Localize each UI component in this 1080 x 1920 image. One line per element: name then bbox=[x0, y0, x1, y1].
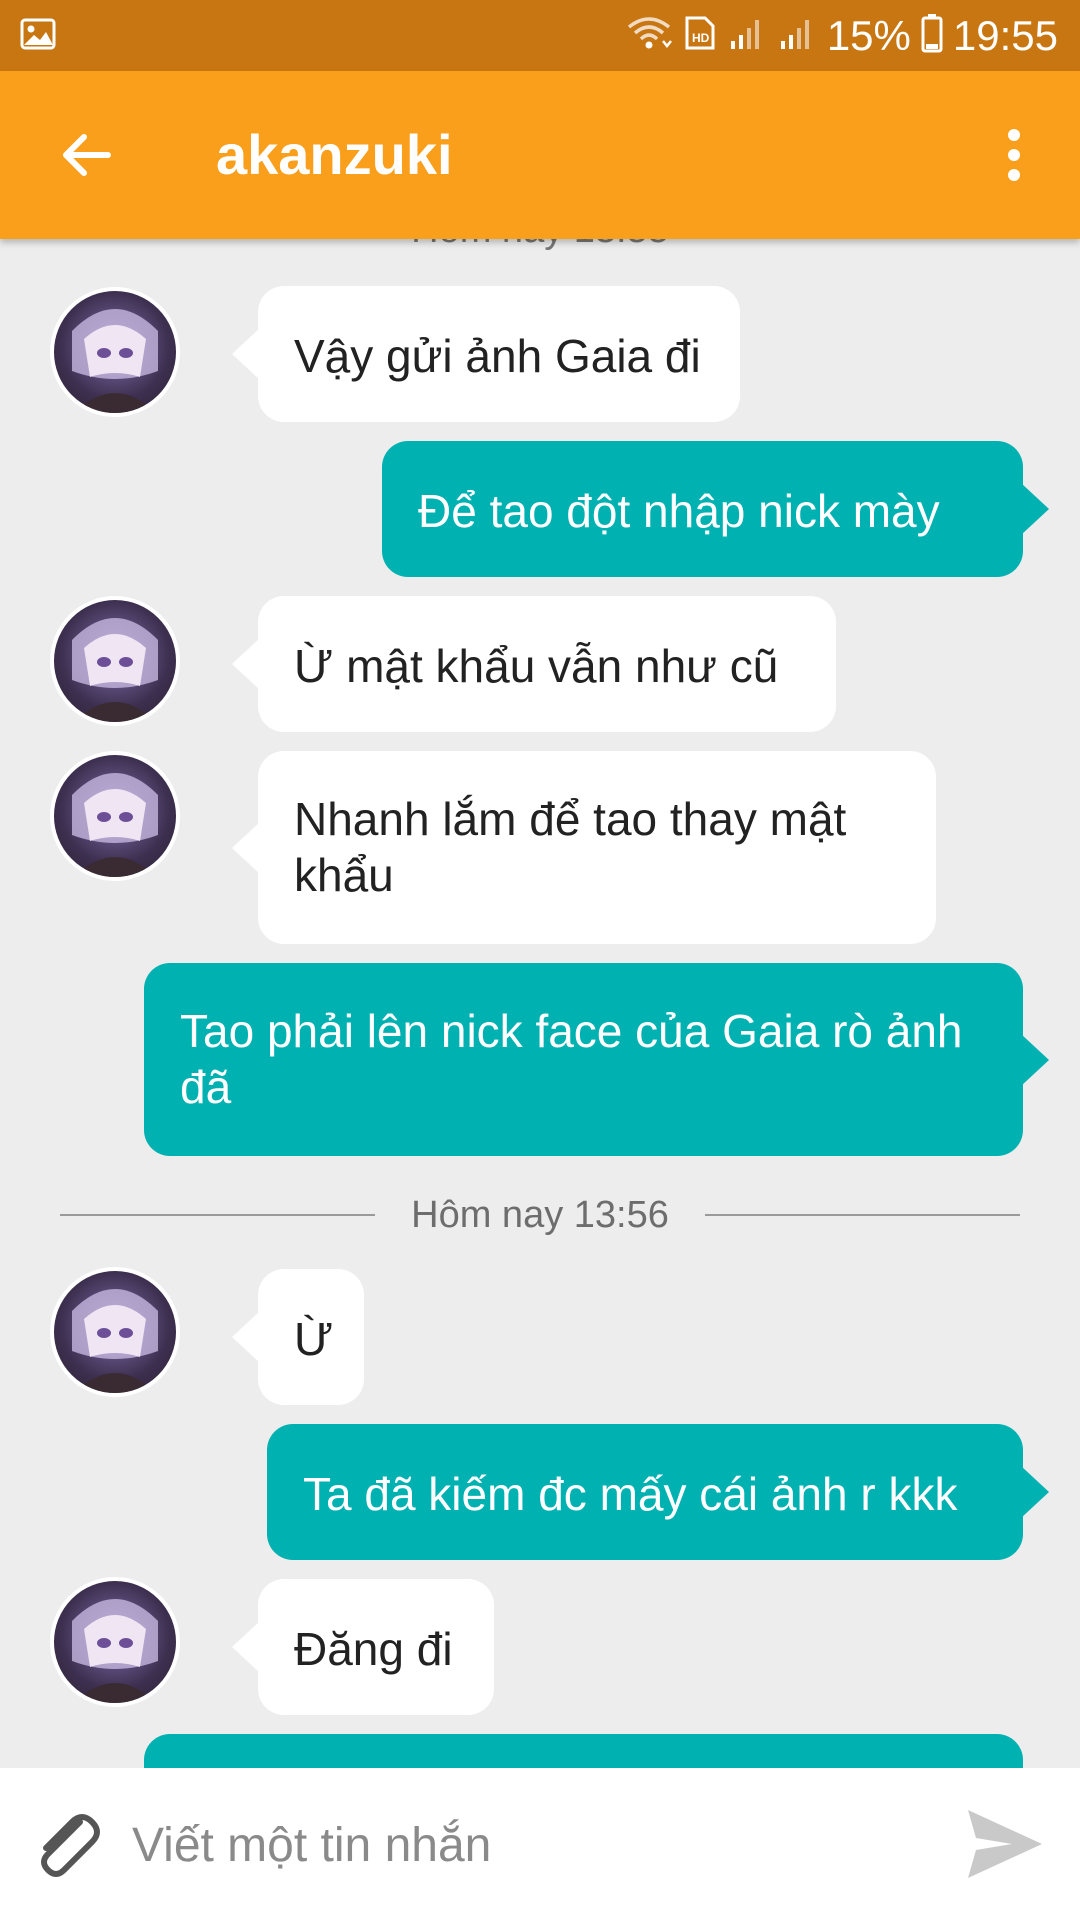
avatar[interactable] bbox=[50, 287, 180, 417]
send-button[interactable] bbox=[962, 1802, 1046, 1886]
message-bubble-incoming[interactable]: Nhanh lắm để tao thay mật khẩu bbox=[232, 751, 936, 944]
hd-voice-icon: HD bbox=[683, 14, 717, 57]
message-bubble-outgoing[interactable]: Để tao đột nhập nick mày bbox=[382, 441, 1049, 577]
app-bar: akanzuki bbox=[0, 71, 1080, 239]
message-input[interactable] bbox=[130, 1798, 934, 1892]
message-text: Để tao đột nhập nick mày bbox=[418, 485, 940, 537]
message-list[interactable]: Hôm nay 13:55 Vậy gửi ảnh Gaia đi Để tao… bbox=[0, 239, 1080, 1768]
wifi-icon bbox=[625, 13, 673, 58]
message-bubble-incoming[interactable]: Đăng đi bbox=[232, 1579, 494, 1715]
attach-button[interactable] bbox=[26, 1804, 106, 1884]
message-text: Vậy gửi ảnh Gaia đi bbox=[294, 330, 701, 382]
avatar[interactable] bbox=[50, 751, 180, 881]
clock: 19:55 bbox=[952, 11, 1058, 59]
gallery-icon bbox=[20, 18, 56, 55]
message-bubble-outgoing[interactable]: Tao phải lên nick face của Gaia rò ảnh đ… bbox=[144, 963, 1049, 1156]
signal-icon bbox=[727, 15, 767, 56]
separator-line bbox=[60, 1214, 376, 1216]
status-icons: HD 15% 19:55 bbox=[625, 0, 1058, 71]
avatar[interactable] bbox=[50, 596, 180, 726]
message-bubble-outgoing[interactable] bbox=[144, 1734, 1023, 1768]
battery-icon bbox=[921, 13, 943, 58]
svg-text:HD: HD bbox=[692, 31, 710, 45]
message-text: Đăng đi bbox=[294, 1623, 453, 1675]
date-separator-label: Hôm nay 13:56 bbox=[411, 1193, 669, 1236]
date-label: Hôm nay 13:55 bbox=[0, 239, 1080, 252]
message-bubble-incoming[interactable]: Ừ mật khẩu vẫn như cũ bbox=[232, 596, 836, 732]
message-bubble-incoming[interactable]: Ừ bbox=[232, 1269, 364, 1405]
message-text: Ừ bbox=[294, 1313, 334, 1365]
paperclip-icon bbox=[41, 1814, 100, 1877]
message-bubble-outgoing[interactable]: Ta đã kiếm đc mấy cái ảnh r kkk bbox=[267, 1424, 1049, 1560]
message-text: Ta đã kiếm đc mấy cái ảnh r kkk bbox=[303, 1468, 958, 1520]
signal-icon bbox=[777, 15, 817, 56]
message-text: Nhanh lắm để tao thay mật khẩu bbox=[294, 793, 847, 901]
battery-percent: 15% bbox=[826, 11, 911, 59]
date-separator: Hôm nay 13:56 bbox=[60, 1190, 1020, 1240]
message-bubble-incoming[interactable]: Vậy gửi ảnh Gaia đi bbox=[232, 286, 740, 422]
message-text: Tao phải lên nick face của Gaia rò ảnh đ… bbox=[180, 1005, 963, 1113]
overflow-menu-button[interactable] bbox=[984, 117, 1044, 193]
separator-line bbox=[704, 1214, 1020, 1216]
arrow-back-icon bbox=[63, 134, 111, 176]
message-text: Ừ mật khẩu vẫn như cũ bbox=[294, 640, 779, 692]
status-bar: HD 15% 19:55 bbox=[0, 0, 1080, 71]
back-button[interactable] bbox=[48, 117, 124, 193]
send-icon bbox=[968, 1810, 1042, 1878]
message-composer bbox=[0, 1768, 1080, 1920]
more-vert-icon bbox=[1008, 129, 1020, 181]
conversation-title: akanzuki bbox=[216, 123, 453, 186]
avatar[interactable] bbox=[50, 1267, 180, 1397]
avatar[interactable] bbox=[50, 1577, 180, 1707]
